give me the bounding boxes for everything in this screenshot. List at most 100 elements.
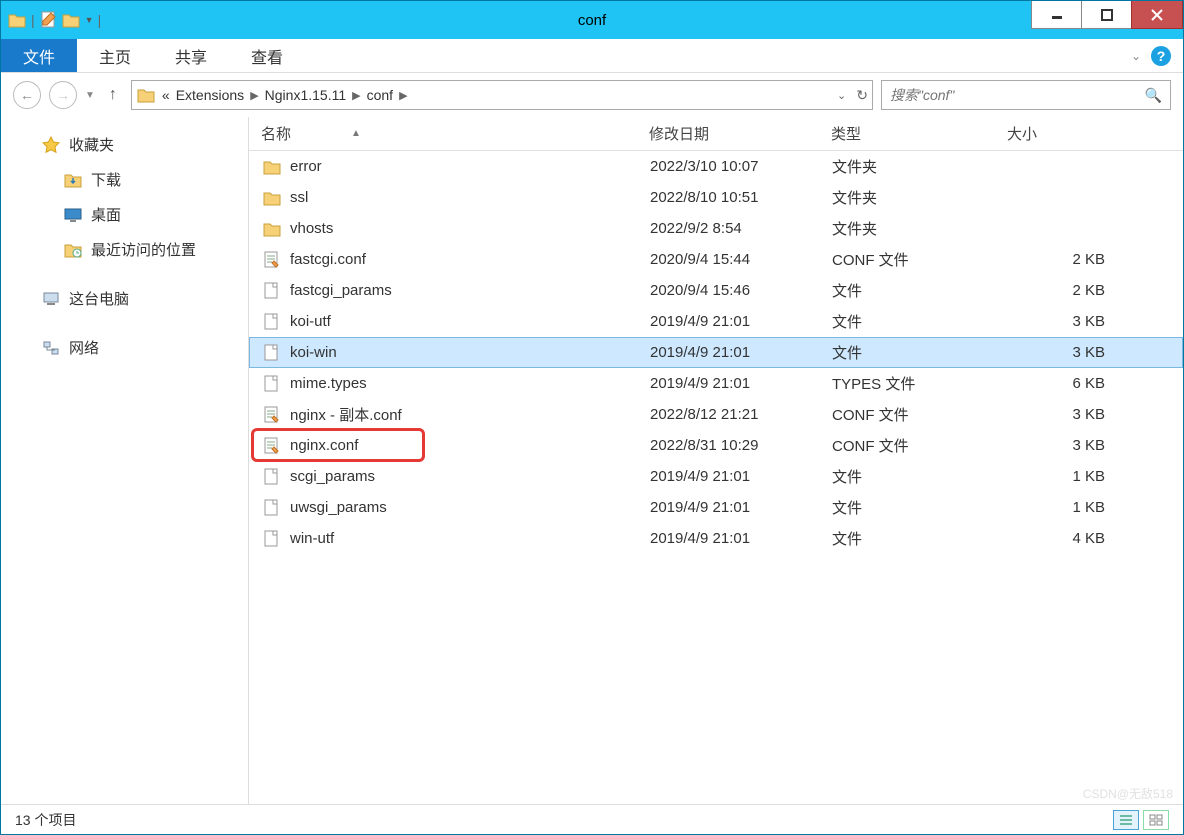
properties-icon[interactable]: [39, 10, 59, 30]
column-name[interactable]: 名称▲: [249, 117, 637, 150]
view-details-button[interactable]: [1113, 810, 1139, 830]
file-rows-container: error2022/3/10 10:07文件夹ssl2022/8/10 10:5…: [249, 151, 1183, 554]
folder-icon[interactable]: [61, 10, 81, 30]
file-type: CONF 文件: [820, 435, 996, 456]
help-icon[interactable]: ?: [1151, 46, 1171, 66]
file-icon: [262, 344, 282, 362]
back-button[interactable]: ←: [13, 81, 41, 109]
address-folder-icon: [136, 86, 156, 104]
file-row[interactable]: win-utf2019/4/9 21:01文件4 KB: [249, 523, 1183, 554]
file-row[interactable]: vhosts2022/9/2 8:54文件夹: [249, 213, 1183, 244]
file-type: 文件夹: [820, 156, 996, 177]
file-icon: [262, 313, 282, 331]
sidebar-downloads[interactable]: 下载: [1, 162, 248, 197]
watermark: CSDN@无敌518: [1083, 785, 1173, 802]
breadcrumb-prefix: «: [162, 87, 170, 103]
file-icon: [262, 282, 282, 300]
sort-indicator-icon: ▲: [351, 128, 361, 139]
file-name: fastcgi_params: [290, 282, 392, 299]
file-date: 2019/4/9 21:01: [638, 375, 820, 392]
address-dropdown-icon[interactable]: ⌄: [837, 89, 846, 102]
file-row[interactable]: ssl2022/8/10 10:51文件夹: [249, 182, 1183, 213]
file-date: 2019/4/9 21:01: [638, 344, 820, 361]
file-type: 文件夹: [820, 218, 996, 239]
file-row[interactable]: nginx.conf2022/8/31 10:29CONF 文件3 KB: [249, 430, 1183, 461]
search-box[interactable]: 🔍: [881, 80, 1171, 110]
chevron-right-icon[interactable]: ▶: [352, 89, 360, 102]
qat-dropdown[interactable]: ▼: [85, 15, 94, 25]
quick-access-toolbar: | ▼ |: [1, 10, 103, 30]
file-row[interactable]: fastcgi_params2020/9/4 15:46文件2 KB: [249, 275, 1183, 306]
file-row[interactable]: koi-utf2019/4/9 21:01文件3 KB: [249, 306, 1183, 337]
file-icon: [262, 375, 282, 393]
sidebar-network[interactable]: 网络: [1, 330, 248, 365]
sidebar-thispc[interactable]: 这台电脑: [1, 281, 248, 316]
sidebar-label: 最近访问的位置: [91, 239, 196, 260]
up-button[interactable]: ↑: [103, 86, 123, 104]
tab-share[interactable]: 共享: [153, 39, 229, 72]
file-type: CONF 文件: [820, 404, 996, 425]
file-size: 6 KB: [996, 375, 1126, 392]
file-name: nginx.conf: [290, 437, 358, 454]
ribbon-tabs: 文件 主页 共享 查看 ⌄ ?: [1, 39, 1183, 73]
file-name: vhosts: [290, 220, 333, 237]
breadcrumb-item[interactable]: Nginx1.15.11: [265, 87, 346, 103]
sidebar-favorites[interactable]: 收藏夹: [1, 127, 248, 162]
status-bar: 13 个项目: [1, 804, 1183, 834]
file-date: 2019/4/9 21:01: [638, 530, 820, 547]
file-size: 3 KB: [996, 406, 1126, 423]
minimize-button[interactable]: [1031, 1, 1081, 29]
file-date: 2022/8/10 10:51: [638, 189, 820, 206]
file-size: 1 KB: [996, 499, 1126, 516]
column-size[interactable]: 大小: [995, 117, 1125, 150]
tab-view[interactable]: 查看: [229, 39, 305, 72]
file-type: TYPES 文件: [820, 373, 996, 394]
sidebar-recent[interactable]: 最近访问的位置: [1, 232, 248, 267]
search-icon[interactable]: 🔍: [1145, 87, 1162, 104]
file-row[interactable]: mime.types2019/4/9 21:01TYPES 文件6 KB: [249, 368, 1183, 399]
file-icon: [262, 158, 282, 176]
chevron-right-icon[interactable]: ▶: [399, 89, 407, 102]
file-row[interactable]: fastcgi.conf2020/9/4 15:44CONF 文件2 KB: [249, 244, 1183, 275]
file-icon: [262, 499, 282, 517]
close-button[interactable]: [1131, 1, 1183, 29]
column-date[interactable]: 修改日期: [637, 117, 819, 150]
address-bar[interactable]: « Extensions ▶ Nginx1.15.11 ▶ conf ▶ ⌄ ↻: [131, 80, 873, 110]
navigation-bar: ← → ▼ ↑ « Extensions ▶ Nginx1.15.11 ▶ co…: [1, 73, 1183, 117]
file-row[interactable]: error2022/3/10 10:07文件夹: [249, 151, 1183, 182]
file-row[interactable]: koi-win2019/4/9 21:01文件3 KB: [249, 337, 1183, 368]
chevron-right-icon[interactable]: ▶: [250, 89, 258, 102]
file-list: 名称▲ 修改日期 类型 大小 error2022/3/10 10:07文件夹ss…: [249, 117, 1183, 804]
forward-button[interactable]: →: [49, 81, 77, 109]
file-name: fastcgi.conf: [290, 251, 366, 268]
file-icon: [262, 406, 282, 424]
breadcrumb-item[interactable]: conf: [367, 87, 393, 103]
history-dropdown[interactable]: ▼: [85, 90, 95, 101]
network-icon: [41, 339, 61, 357]
ribbon-expand-icon[interactable]: ⌄: [1131, 49, 1141, 63]
file-row[interactable]: scgi_params2019/4/9 21:01文件1 KB: [249, 461, 1183, 492]
column-headers: 名称▲ 修改日期 类型 大小: [249, 117, 1183, 151]
tab-file[interactable]: 文件: [1, 39, 77, 72]
refresh-icon[interactable]: ↻: [856, 87, 868, 104]
search-input[interactable]: [890, 87, 1145, 103]
file-name: uwsgi_params: [290, 499, 387, 516]
view-icons-button[interactable]: [1143, 810, 1169, 830]
titlebar: | ▼ | conf: [1, 1, 1183, 39]
file-size: 2 KB: [996, 282, 1126, 299]
sidebar-label: 桌面: [91, 204, 121, 225]
breadcrumb-item[interactable]: Extensions: [176, 87, 244, 103]
file-type: 文件: [820, 497, 996, 518]
file-row[interactable]: uwsgi_params2019/4/9 21:01文件1 KB: [249, 492, 1183, 523]
sidebar-desktop[interactable]: 桌面: [1, 197, 248, 232]
star-icon: [41, 136, 61, 154]
file-row[interactable]: nginx - 副本.conf2022/8/12 21:21CONF 文件3 K…: [249, 399, 1183, 430]
file-icon: [262, 220, 282, 238]
file-icon: [262, 189, 282, 207]
tab-home[interactable]: 主页: [77, 39, 153, 72]
maximize-button[interactable]: [1081, 1, 1131, 29]
file-size: 3 KB: [996, 313, 1126, 330]
window-controls: [1031, 1, 1183, 39]
column-type[interactable]: 类型: [819, 117, 995, 150]
separator: |: [98, 12, 102, 28]
